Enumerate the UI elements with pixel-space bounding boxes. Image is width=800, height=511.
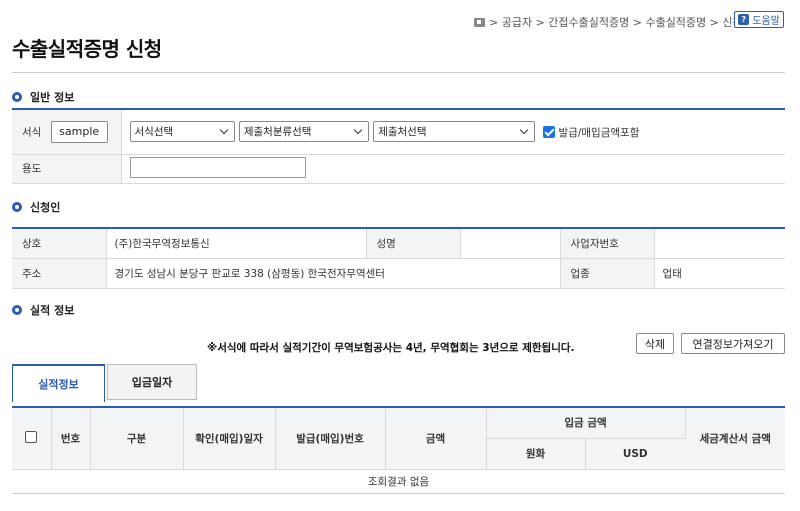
col-issue-no: 발급(매입)번호 (275, 407, 386, 470)
col-krw: 원화 (486, 438, 586, 470)
purpose-label-cell: 용도 (12, 154, 121, 184)
company-label: 상호 (22, 237, 42, 250)
page-title: 수출실적증명 신청 (12, 37, 162, 61)
include-amount-label: 발급/매입금액포함 (558, 126, 640, 139)
period-notice: ※서식에 따라서 실적기간이 무역보험공사는 4년, 무역협회는 3년으로 제한… (207, 342, 575, 354)
address-label-cell: 주소 (12, 258, 106, 289)
company-value: (주)한국무역정보통신 (114, 237, 210, 250)
name-label: 성명 (376, 237, 396, 250)
select-all-header (12, 407, 52, 470)
format-select[interactable]: 서식선택 (129, 121, 235, 143)
category-select[interactable]: 제출처분류선택 (238, 121, 369, 143)
col-confirm-date: 확인(매입)일자 (183, 407, 276, 470)
submit-to-select-value: 제출처선택 (378, 126, 427, 139)
industry-value-cell: 업태 (653, 258, 785, 289)
section-bullet-icon (12, 202, 22, 212)
industry-label: 업종 (570, 267, 590, 280)
include-amount-checkbox[interactable] (542, 126, 555, 139)
performance-table: 번호 구분 확인(매입)일자 발급(매입)번호 금액 입금 금액 세금계산서 금… (12, 406, 785, 494)
company-label-cell: 상호 (12, 228, 106, 259)
category-select-value: 제출처분류선택 (243, 126, 312, 139)
empty-result-row: 조회결과 없음 (12, 469, 785, 494)
address-value: 경기도 성남시 분당구 판교로 338 (삼평동) 한국전자무역센터 (114, 267, 385, 280)
col-usd: USD (585, 438, 685, 470)
name-label-cell: 성명 (365, 228, 460, 259)
chevron-down-icon (353, 126, 363, 135)
chevron-down-icon (219, 126, 228, 135)
purpose-value-cell (120, 154, 785, 184)
empty-result-message: 조회결과 없음 (367, 475, 430, 488)
format-label-cell: 서식 sample (12, 109, 121, 155)
section-general-header: 일반 정보 (12, 89, 74, 105)
section-bullet-icon (12, 92, 22, 102)
bizno-label: 사업자번호 (570, 237, 619, 250)
format-value-cell: 서식선택 제출처분류선택 제출처선택 발급/매입금액포함 (120, 109, 785, 155)
delete-button[interactable]: 삭제 (636, 333, 674, 354)
bizno-label-cell: 사업자번호 (559, 228, 654, 259)
name-value-cell (459, 228, 560, 259)
help-label: 도움말 (752, 16, 780, 27)
home-icon (474, 17, 485, 27)
tab-deposit-date[interactable]: 입금일자 (107, 364, 197, 400)
help-button[interactable]: ? 도움말 (734, 11, 784, 28)
col-amount: 금액 (385, 407, 487, 470)
section-bullet-icon (12, 305, 22, 315)
address-label: 주소 (22, 267, 42, 280)
purpose-input[interactable] (129, 156, 306, 178)
breadcrumb: > 공급자 > 간접수출실적증명 > 수출실적증명 > 신청 (474, 14, 743, 30)
submit-to-select[interactable]: 제출처선택 (373, 121, 536, 143)
section-performance-header: 실적 정보 (12, 302, 74, 318)
format-select-value: 서식선택 (134, 126, 174, 139)
title-divider (12, 72, 785, 73)
col-type: 구분 (90, 407, 184, 470)
general-info-table: 서식 sample 서식선택 제출처분류선택 제출처선택 발급/매입금액포함 용… (12, 108, 785, 184)
bizno-value-cell (653, 228, 785, 259)
applicant-table: 상호 (주)한국무역정보통신 성명 사업자번호 주소 경기도 성남시 분당구 판… (12, 227, 785, 289)
fetch-link-info-button[interactable]: 연결정보가져오기 (681, 333, 785, 354)
section-applicant-header: 신청인 (12, 199, 60, 215)
include-amount-option[interactable]: 발급/매입금액포함 (542, 125, 640, 140)
select-all-checkbox[interactable] (25, 430, 38, 443)
company-value-cell: (주)한국무역정보통신 (105, 228, 366, 259)
purpose-label: 용도 (22, 163, 42, 175)
col-no: 번호 (51, 407, 91, 470)
col-deposit-amount: 입금 금액 (486, 407, 686, 439)
section-applicant-title: 신청인 (30, 201, 61, 214)
breadcrumb-text: > 공급자 > 간접수출실적증명 > 수출실적증명 > 신청 (489, 16, 743, 29)
tab-performance-info[interactable]: 실적정보 (12, 364, 105, 402)
chevron-down-icon (519, 126, 529, 135)
address-value-cell: 경기도 성남시 분당구 판교로 338 (삼평동) 한국전자무역센터 (105, 258, 560, 289)
industry-value: 업태 (662, 267, 682, 280)
section-performance-title: 실적 정보 (30, 304, 75, 317)
industry-label-cell: 업종 (559, 258, 654, 289)
question-icon: ? (738, 14, 750, 25)
col-tax-invoice-amount: 세금계산서 금액 (685, 407, 785, 470)
format-label: 서식 (22, 126, 42, 139)
section-general-title: 일반 정보 (30, 91, 75, 104)
sample-button[interactable]: sample (50, 120, 108, 143)
